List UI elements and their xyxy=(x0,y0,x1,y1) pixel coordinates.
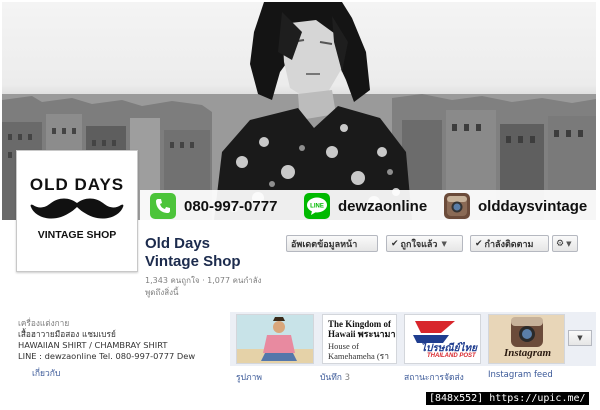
page-title[interactable]: Old Days Vintage Shop xyxy=(145,235,285,271)
talking-about-label: พูดถึงสิ่งนี้ xyxy=(145,288,179,297)
photos-tile[interactable] xyxy=(236,314,314,364)
shipping-status-label-text: สถานะการจัดส่ง xyxy=(404,373,464,383)
chevron-down-icon: ▼ xyxy=(577,334,583,342)
shipping-status-tile[interactable]: ไปรษณีย์ไทย THAILAND POST xyxy=(404,314,481,364)
page-category: เครื่องแต่งกาย xyxy=(18,318,70,328)
about-line-1: เสื้อฮาวายมือสอง แชมเบรย์ xyxy=(18,329,116,339)
about-line-3: LINE : dewzaonline Tel. 080-997-0777 Dew xyxy=(18,351,196,361)
page-stats: 1,343 คนถูกใจ · 1,077 คนกำลัง พูดถึงสิ่ง… xyxy=(145,275,285,299)
instagram-icon xyxy=(444,193,470,219)
line-id: dewzaonline xyxy=(338,197,428,215)
contact-band: 080-997-0777 LINE dewzaonline olddaysvin… xyxy=(140,190,596,222)
notes-label-text: บันทึก xyxy=(320,373,342,383)
update-page-info-button[interactable]: อัพเดตข้อมูลหน้า xyxy=(286,235,378,252)
instagram-logo-text: Instagram xyxy=(503,347,552,359)
page-title-line1: Old Days xyxy=(145,235,211,252)
likes-talking-count: 1,343 คนถูกใจ · 1,077 คนกำลัง xyxy=(145,276,262,285)
notes-count: 3 xyxy=(344,373,351,383)
note-title-line2: Hawaii พระนามา xyxy=(328,329,396,339)
page-title-line2: Vintage Shop xyxy=(145,253,241,270)
instagram-feed-tile-label[interactable]: Instagram feed xyxy=(488,370,553,380)
profile-picture[interactable]: OLD DAYS VINTAGE SHOP xyxy=(16,150,138,272)
shipping-status-tile-label[interactable]: สถานะการจัดส่ง xyxy=(404,370,464,384)
instagram-contact: olddaysvintage xyxy=(444,193,587,219)
instagram-feed-tile[interactable]: Instagram xyxy=(488,314,565,364)
photos-thumbnail xyxy=(237,315,313,363)
photos-label-text: รูปภาพ xyxy=(236,373,262,383)
phone-contact: 080-997-0777 xyxy=(150,193,277,219)
settings-button[interactable]: ⚙ ▼ xyxy=(552,235,578,252)
logo-subtitle: VINTAGE SHOP xyxy=(37,229,117,241)
liked-button[interactable]: ✔ ถูกใจแล้ว ▼ xyxy=(386,235,463,252)
photos-tile-label[interactable]: รูปภาพ xyxy=(236,370,262,384)
image-watermark: [848x552] https://upic.me/ xyxy=(426,392,589,405)
more-apps-button[interactable]: ▼ xyxy=(568,330,592,346)
note-subtitle-line2: Kamehameha (รา xyxy=(328,351,390,361)
note-subtitle: House of Kamehameha (รา xyxy=(328,341,389,361)
check-icon: ✔ xyxy=(391,238,399,249)
line-badge-text: LINE xyxy=(310,204,324,210)
mustache-icon xyxy=(30,198,124,219)
following-button[interactable]: ✔ กำลังติดตาม xyxy=(470,235,549,252)
notes-tile-label[interactable]: บันทึก 3 xyxy=(320,370,350,384)
chevron-down-icon: ▼ xyxy=(441,239,447,248)
following-label: กำลังติดตาม xyxy=(484,239,534,250)
facebook-page-frame: 080-997-0777 LINE dewzaonline olddaysvin… xyxy=(0,0,600,410)
note-title-line1: The Kingdom of xyxy=(328,319,392,329)
phone-icon xyxy=(150,193,176,219)
phone-number: 080-997-0777 xyxy=(184,197,278,215)
instagram-id: olddaysvintage xyxy=(478,197,588,215)
about-line-2: HAWAIIAN SHIRT / CHAMBRAY SHIRT xyxy=(18,340,168,350)
thailand-post-logo-subtext: THAILAND POST xyxy=(427,353,476,359)
about-link[interactable]: เกี่ยวกับ xyxy=(32,366,60,380)
note-subtitle-line1: House of xyxy=(328,341,359,351)
check-icon: ✔ xyxy=(475,238,483,249)
chevron-down-icon: ▼ xyxy=(566,239,572,248)
line-icon: LINE xyxy=(304,193,330,219)
about-section: เครื่องแต่งกาย เสื้อฮาวายมือสอง แชมเบรย์… xyxy=(18,318,223,362)
liked-label: ถูกใจแล้ว xyxy=(400,239,438,250)
instagram-feed-label-text: Instagram feed xyxy=(488,370,553,380)
logo-title: OLD DAYS xyxy=(29,175,125,194)
line-contact: LINE dewzaonline xyxy=(304,193,427,219)
notes-tile[interactable]: The Kingdom of Hawaii พระนามา House of K… xyxy=(322,314,397,364)
update-page-info-label: อัพเดตข้อมูลหน้า xyxy=(291,239,358,250)
gear-icon: ⚙ xyxy=(556,238,565,249)
note-title: The Kingdom of Hawaii พระนามา xyxy=(328,319,396,339)
